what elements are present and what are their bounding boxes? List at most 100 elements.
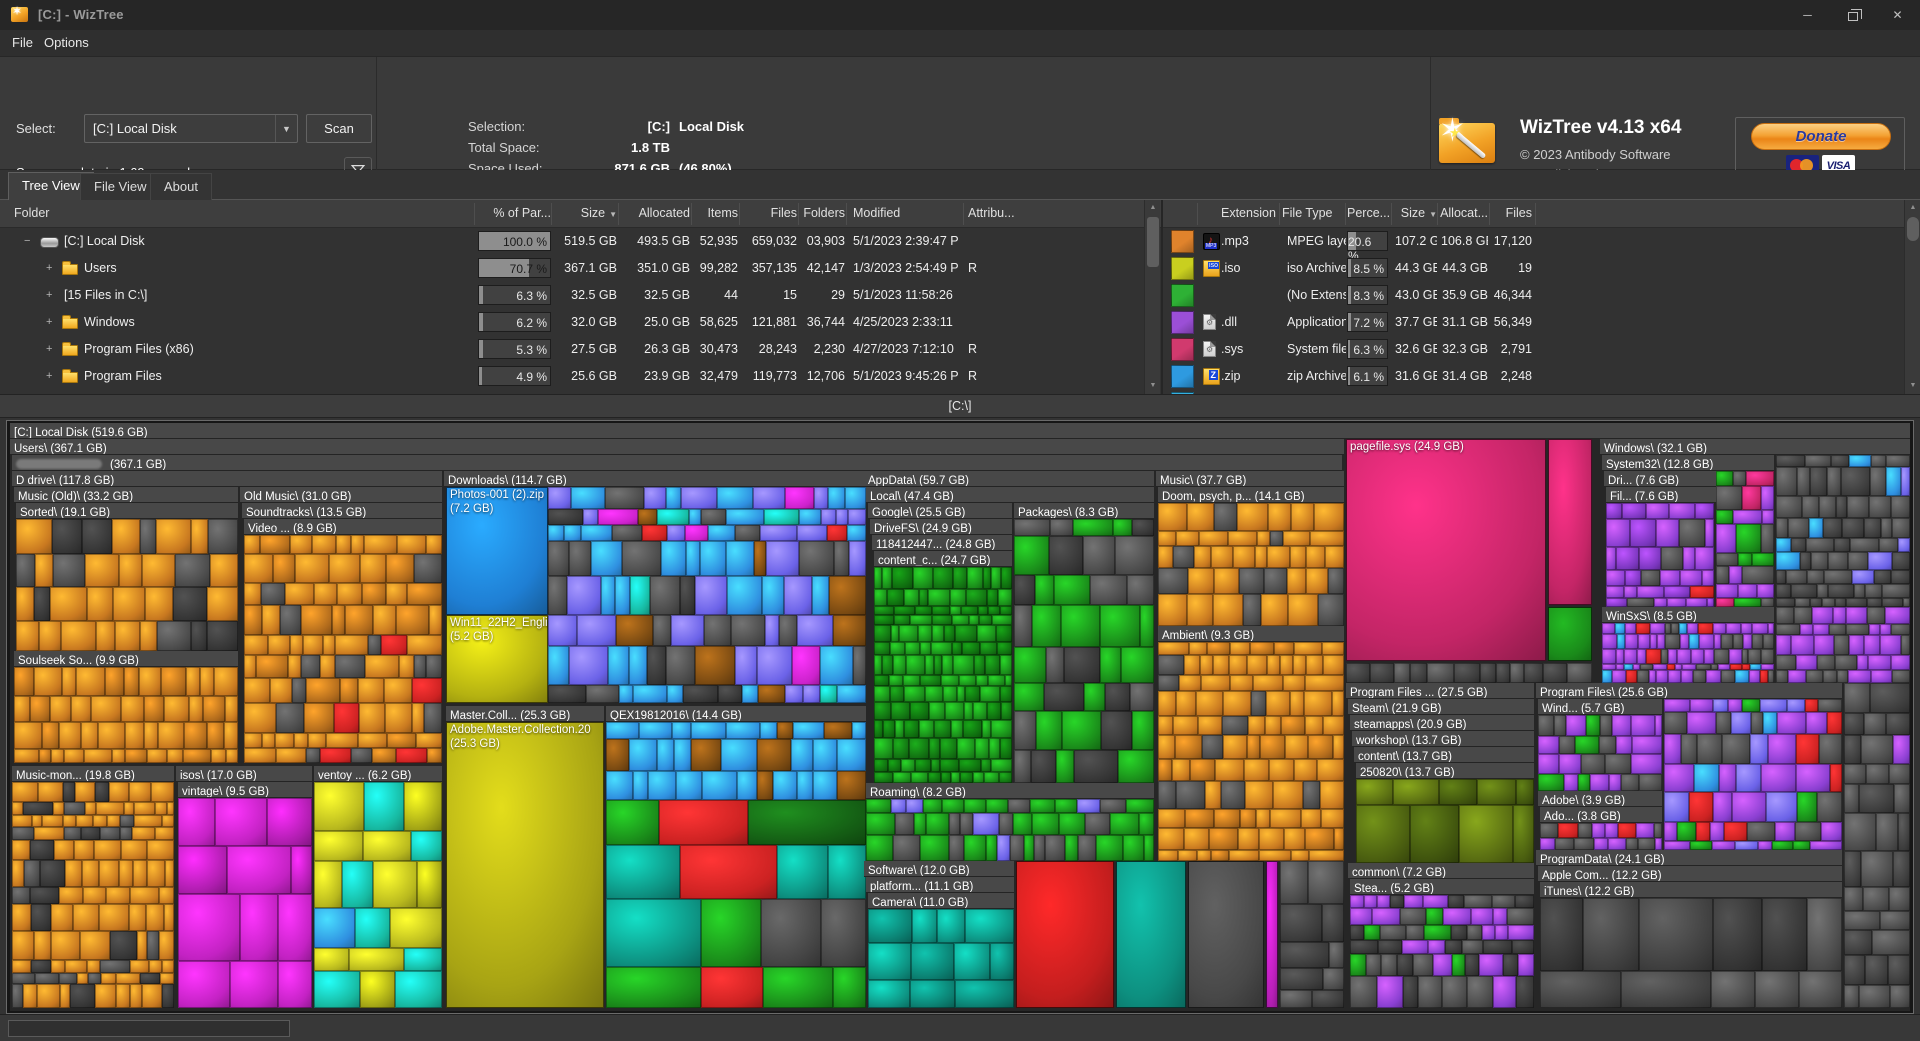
treemap-file-cell[interactable] [1632,736,1662,754]
treemap-file-cell[interactable] [960,813,973,835]
treemap-file-cell[interactable] [65,860,82,887]
treemap-file-cell[interactable] [1213,594,1243,626]
treemap-file-cell[interactable] [1831,455,1849,467]
treemap-file-cell[interactable] [1364,925,1380,940]
treemap-file-cell[interactable] [990,943,1014,980]
treemap-file-cell[interactable] [996,625,1012,642]
treemap-file-cell[interactable] [50,696,71,722]
treemap-file-cell[interactable] [1184,828,1209,850]
treemap-file-cell[interactable] [1762,510,1774,524]
treemap-file-cell[interactable] [1704,649,1714,664]
treemap-file-cell[interactable] [1713,699,1728,712]
treemap-file-cell[interactable] [1817,655,1835,670]
treemap-file-cell[interactable] [1140,605,1154,647]
treemap-file-cell[interactable] [583,509,598,525]
treemap-file-cell[interactable] [345,605,373,635]
treemap-file-cell[interactable] [95,984,116,1008]
treemap-file-cell[interactable] [1083,536,1115,575]
treemap-file-cell[interactable] [1655,838,1662,850]
restore-icon[interactable] [1830,0,1875,30]
treemap-file-cell[interactable] [1681,734,1697,764]
treemap-file-cell[interactable] [1711,971,1755,1008]
treemap-file-cell[interactable] [1844,985,1859,1008]
treemap-file-cell[interactable] [606,967,701,1008]
treemap-file-cell[interactable] [1776,670,1788,683]
treemap-file-cell[interactable] [1817,584,1828,598]
treemap-file-cell[interactable] [1791,635,1814,655]
treemap-file-cell[interactable] [151,782,174,802]
extension-row[interactable]: .zipzip Archive6.1 %31.6 GB31.4 GB2,248 [1163,363,1920,390]
treemap-file-cell[interactable] [1710,822,1724,841]
treemap-file-cell[interactable] [1377,976,1403,1008]
treemap-file-cell[interactable] [569,646,608,685]
treemap-file-cell[interactable] [548,576,567,615]
treemap-file-cell[interactable] [1650,634,1657,649]
treemap-file-cell[interactable] [978,606,988,615]
treemap-file-cell[interactable] [1721,634,1733,649]
treemap-file-cell[interactable] [1418,976,1442,1008]
treemap-file-cell[interactable] [1074,750,1118,783]
treemap-file-cell[interactable] [837,685,866,703]
treemap-file-cell[interactable] [586,685,619,703]
extension-row[interactable]: .mp3MPEG layer 320.6 %107.2 GB106.8 GB17… [1163,228,1920,255]
treemap-file-cell[interactable] [1036,711,1062,750]
treemap-file-cell[interactable] [1350,908,1372,925]
treemap-file-cell[interactable] [793,722,824,739]
treemap-file-cell[interactable] [1061,605,1100,647]
treemap-file-cell[interactable] [874,686,890,702]
treemap-file-cell[interactable] [963,720,982,738]
treemap-file-cell[interactable] [1748,649,1761,664]
treemap-file-cell[interactable] [1795,598,1810,607]
treemap-file-cell[interactable] [1818,699,1842,712]
treemap-file-cell[interactable] [683,685,718,703]
extension-row[interactable]: .sysSystem file6.3 %32.6 GB32.3 GB2,791 [1163,336,1920,363]
treemap-file-cell[interactable] [1615,623,1625,634]
treemap-file-cell[interactable] [911,943,954,980]
treemap-file-cell[interactable] [953,567,967,589]
treemap-file-cell[interactable] [109,782,129,802]
treemap-file-cell[interactable] [387,733,416,748]
treemap-file-cell[interactable] [1493,976,1516,1008]
treemap-file-cell[interactable] [1886,467,1901,496]
treemap-file-cell[interactable] [91,696,121,722]
treemap-file-cell[interactable] [1776,455,1805,467]
treemap-file-cell[interactable] [278,961,312,1008]
treemap-file-cell[interactable] [932,606,950,615]
treemap-file-cell[interactable] [1805,455,1831,467]
treemap-file-cell[interactable] [225,696,238,722]
treemap-file-cell[interactable] [1287,568,1306,594]
treemap-file-cell[interactable] [1811,552,1828,570]
treemap-file-cell[interactable] [364,782,404,831]
treemap-file-cell[interactable] [1513,805,1534,863]
treemap-file-cell[interactable] [928,772,941,783]
treemap-file-cell[interactable] [1233,546,1255,568]
treemap-file-cell[interactable] [1428,940,1445,954]
treemap-file-cell[interactable] [691,722,726,739]
drive-select-dropdown[interactable]: [C:] Local Disk ▼ [84,114,298,143]
treemap-file-cell[interactable] [1482,925,1495,940]
treemap-file-cell[interactable] [1612,670,1626,683]
treemap-file-cell[interactable] [1583,898,1639,971]
treemap-file-cell[interactable] [1452,954,1465,976]
treemap-file-cell[interactable] [301,655,320,678]
treemap-file-cell[interactable] [1881,518,1892,538]
treemap-file-cell[interactable] [925,686,943,702]
treemap-file-cell[interactable] [1176,531,1199,546]
treemap-file-cell[interactable] [648,771,676,800]
treemap-file-cell[interactable] [753,487,785,509]
treemap-file-cell[interactable] [1464,895,1492,908]
treemap-file-cell[interactable] [1480,663,1496,683]
treemap-file-cell[interactable] [1014,647,1046,683]
treemap-file-cell[interactable] [1558,823,1578,838]
treemap-file-cell[interactable] [120,815,134,827]
treemap-file-cell[interactable] [737,771,757,800]
treemap-file-cell[interactable] [363,831,411,861]
treemap-file-cell[interactable] [1306,546,1325,568]
treemap-file-cell[interactable] [1690,586,1714,598]
treemap-file-cell[interactable] [1229,655,1247,675]
treemap-region-label[interactable]: WinSxS\ (8.5 GB) [1602,607,1774,623]
treemap-file-cell[interactable] [622,541,661,576]
treemap-file-cell[interactable] [1158,568,1188,594]
treemap-file-cell[interactable] [1624,649,1637,664]
treemap-file-cell[interactable] [164,904,174,931]
